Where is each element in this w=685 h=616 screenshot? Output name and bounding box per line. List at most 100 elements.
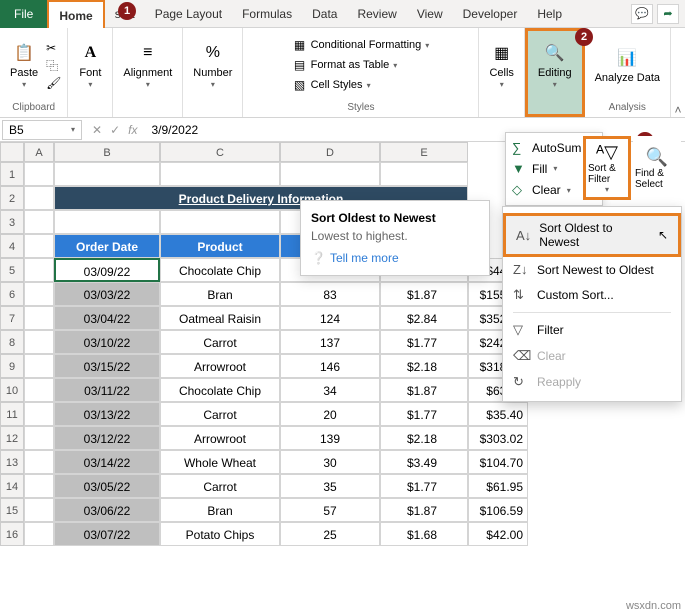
row-header-14[interactable]: 14 bbox=[0, 474, 24, 498]
row-header-9[interactable]: 9 bbox=[0, 354, 24, 378]
sort-oldest-to-newest[interactable]: A↓Sort Oldest to Newest↖ bbox=[503, 213, 681, 257]
col-header-b[interactable]: B bbox=[54, 142, 160, 162]
row-header-11[interactable]: 11 bbox=[0, 402, 24, 426]
cell-date[interactable]: 03/15/22 bbox=[54, 354, 160, 378]
cell[interactable] bbox=[24, 282, 54, 306]
font-button[interactable]: A Font ▾ bbox=[74, 39, 106, 90]
row-header-6[interactable]: 6 bbox=[0, 282, 24, 306]
cell-product[interactable]: Bran bbox=[160, 498, 280, 522]
cell[interactable] bbox=[24, 378, 54, 402]
cell-qty[interactable]: 57 bbox=[280, 498, 380, 522]
select-all-corner[interactable] bbox=[0, 142, 24, 162]
row-header-2[interactable]: 2 bbox=[0, 186, 24, 210]
row-header-1[interactable]: 1 bbox=[0, 162, 24, 186]
cell-date[interactable]: 03/11/22 bbox=[54, 378, 160, 402]
cell[interactable] bbox=[24, 450, 54, 474]
cell[interactable] bbox=[24, 402, 54, 426]
cell-qty[interactable]: 30 bbox=[280, 450, 380, 474]
tab-view[interactable]: View bbox=[407, 0, 453, 28]
conditional-formatting-button[interactable]: ▦Conditional Formatting▾ bbox=[291, 36, 432, 54]
cancel-icon[interactable]: ✕ bbox=[92, 123, 102, 137]
cells-button[interactable]: ▦ Cells ▾ bbox=[485, 39, 517, 90]
tab-file[interactable]: File bbox=[0, 0, 47, 28]
cell-product[interactable]: Bran bbox=[160, 282, 280, 306]
row-header-8[interactable]: 8 bbox=[0, 330, 24, 354]
alignment-button[interactable]: ≡ Alignment ▾ bbox=[119, 39, 176, 90]
copy-icon[interactable]: ⿻ bbox=[46, 57, 61, 74]
cell[interactable] bbox=[24, 498, 54, 522]
cell[interactable] bbox=[24, 258, 54, 282]
cell-qty[interactable]: 137 bbox=[280, 330, 380, 354]
cell-qty[interactable]: 20 bbox=[280, 402, 380, 426]
name-box[interactable]: B5 ▾ bbox=[2, 120, 82, 140]
cell-price[interactable]: $1.77 bbox=[380, 330, 468, 354]
cell-product[interactable]: Arrowroot bbox=[160, 426, 280, 450]
header-product[interactable]: Product bbox=[160, 234, 280, 258]
cell-price[interactable]: $3.49 bbox=[380, 450, 468, 474]
cell[interactable] bbox=[24, 162, 54, 186]
col-header-a[interactable]: A bbox=[24, 142, 54, 162]
cell-date[interactable]: 03/12/22 bbox=[54, 426, 160, 450]
tab-help[interactable]: Help bbox=[527, 0, 572, 28]
cell[interactable] bbox=[24, 474, 54, 498]
cell-qty[interactable]: 124 bbox=[280, 306, 380, 330]
paste-button[interactable]: 📋 Paste ▾ bbox=[6, 39, 42, 90]
cell-price[interactable]: $1.87 bbox=[380, 282, 468, 306]
row-header-7[interactable]: 7 bbox=[0, 306, 24, 330]
cell-product[interactable]: Chocolate Chip bbox=[160, 378, 280, 402]
cell-price[interactable]: $2.18 bbox=[380, 426, 468, 450]
tab-page-layout[interactable]: Page Layout bbox=[145, 0, 232, 28]
cell[interactable] bbox=[24, 426, 54, 450]
share-button[interactable]: ➦ bbox=[657, 4, 679, 24]
cell-date[interactable]: 03/09/22 bbox=[54, 258, 160, 282]
col-header-d[interactable]: D bbox=[280, 142, 380, 162]
cell[interactable] bbox=[54, 162, 160, 186]
cell-qty[interactable]: 35 bbox=[280, 474, 380, 498]
cell[interactable] bbox=[24, 186, 54, 210]
cell-date[interactable]: 03/10/22 bbox=[54, 330, 160, 354]
cell[interactable] bbox=[24, 210, 54, 234]
cell-product[interactable]: Chocolate Chip bbox=[160, 258, 280, 282]
row-header-4[interactable]: 4 bbox=[0, 234, 24, 258]
cell-date[interactable]: 03/14/22 bbox=[54, 450, 160, 474]
sort-filter-button[interactable]: ᴬ▽ Sort & Filter ▾ bbox=[583, 136, 631, 200]
cell-price[interactable]: $2.18 bbox=[380, 354, 468, 378]
cell[interactable] bbox=[380, 162, 468, 186]
sort-newest-to-oldest[interactable]: Z↓Sort Newest to Oldest bbox=[503, 257, 681, 282]
cell[interactable] bbox=[24, 234, 54, 258]
row-header-12[interactable]: 12 bbox=[0, 426, 24, 450]
filter-toggle[interactable]: ▽Filter bbox=[503, 317, 681, 343]
cell[interactable] bbox=[280, 162, 380, 186]
format-painter-icon[interactable]: 🖌 bbox=[46, 76, 61, 90]
custom-sort[interactable]: ⇅Custom Sort... bbox=[503, 282, 681, 308]
cell[interactable] bbox=[24, 330, 54, 354]
header-order-date[interactable]: Order Date bbox=[54, 234, 160, 258]
tab-formulas[interactable]: Formulas bbox=[232, 0, 302, 28]
cell-date[interactable]: 03/03/22 bbox=[54, 282, 160, 306]
row-header-3[interactable]: 3 bbox=[0, 210, 24, 234]
row-header-15[interactable]: 15 bbox=[0, 498, 24, 522]
row-header-16[interactable]: 16 bbox=[0, 522, 24, 546]
cell-qty[interactable]: 139 bbox=[280, 426, 380, 450]
cell-qty[interactable]: 25 bbox=[280, 522, 380, 546]
cell-qty[interactable]: 83 bbox=[280, 282, 380, 306]
cut-icon[interactable]: ✂ bbox=[46, 41, 61, 55]
fx-icon[interactable]: fx bbox=[128, 123, 137, 137]
cell-price[interactable]: $1.87 bbox=[380, 498, 468, 522]
cell-date[interactable]: 03/13/22 bbox=[54, 402, 160, 426]
cell-price[interactable]: $1.77 bbox=[380, 402, 468, 426]
cell[interactable] bbox=[24, 522, 54, 546]
cell-ext[interactable]: $106.59 bbox=[468, 498, 528, 522]
cell-product[interactable]: Carrot bbox=[160, 402, 280, 426]
find-select-button[interactable]: 🔍 Find & Select bbox=[633, 136, 681, 200]
cell-product[interactable]: Arrowroot bbox=[160, 354, 280, 378]
tab-review[interactable]: Review bbox=[347, 0, 406, 28]
cell[interactable] bbox=[160, 210, 280, 234]
analyze-data-button[interactable]: 📊 Analyze Data bbox=[591, 44, 664, 86]
row-header-5[interactable]: 5 bbox=[0, 258, 24, 282]
cell-date[interactable]: 03/05/22 bbox=[54, 474, 160, 498]
editing-button[interactable]: 🔍 Editing ▾ bbox=[534, 39, 576, 90]
cell-ext[interactable]: $42.00 bbox=[468, 522, 528, 546]
cell-product[interactable]: Oatmeal Raisin bbox=[160, 306, 280, 330]
cell-price[interactable]: $1.68 bbox=[380, 522, 468, 546]
